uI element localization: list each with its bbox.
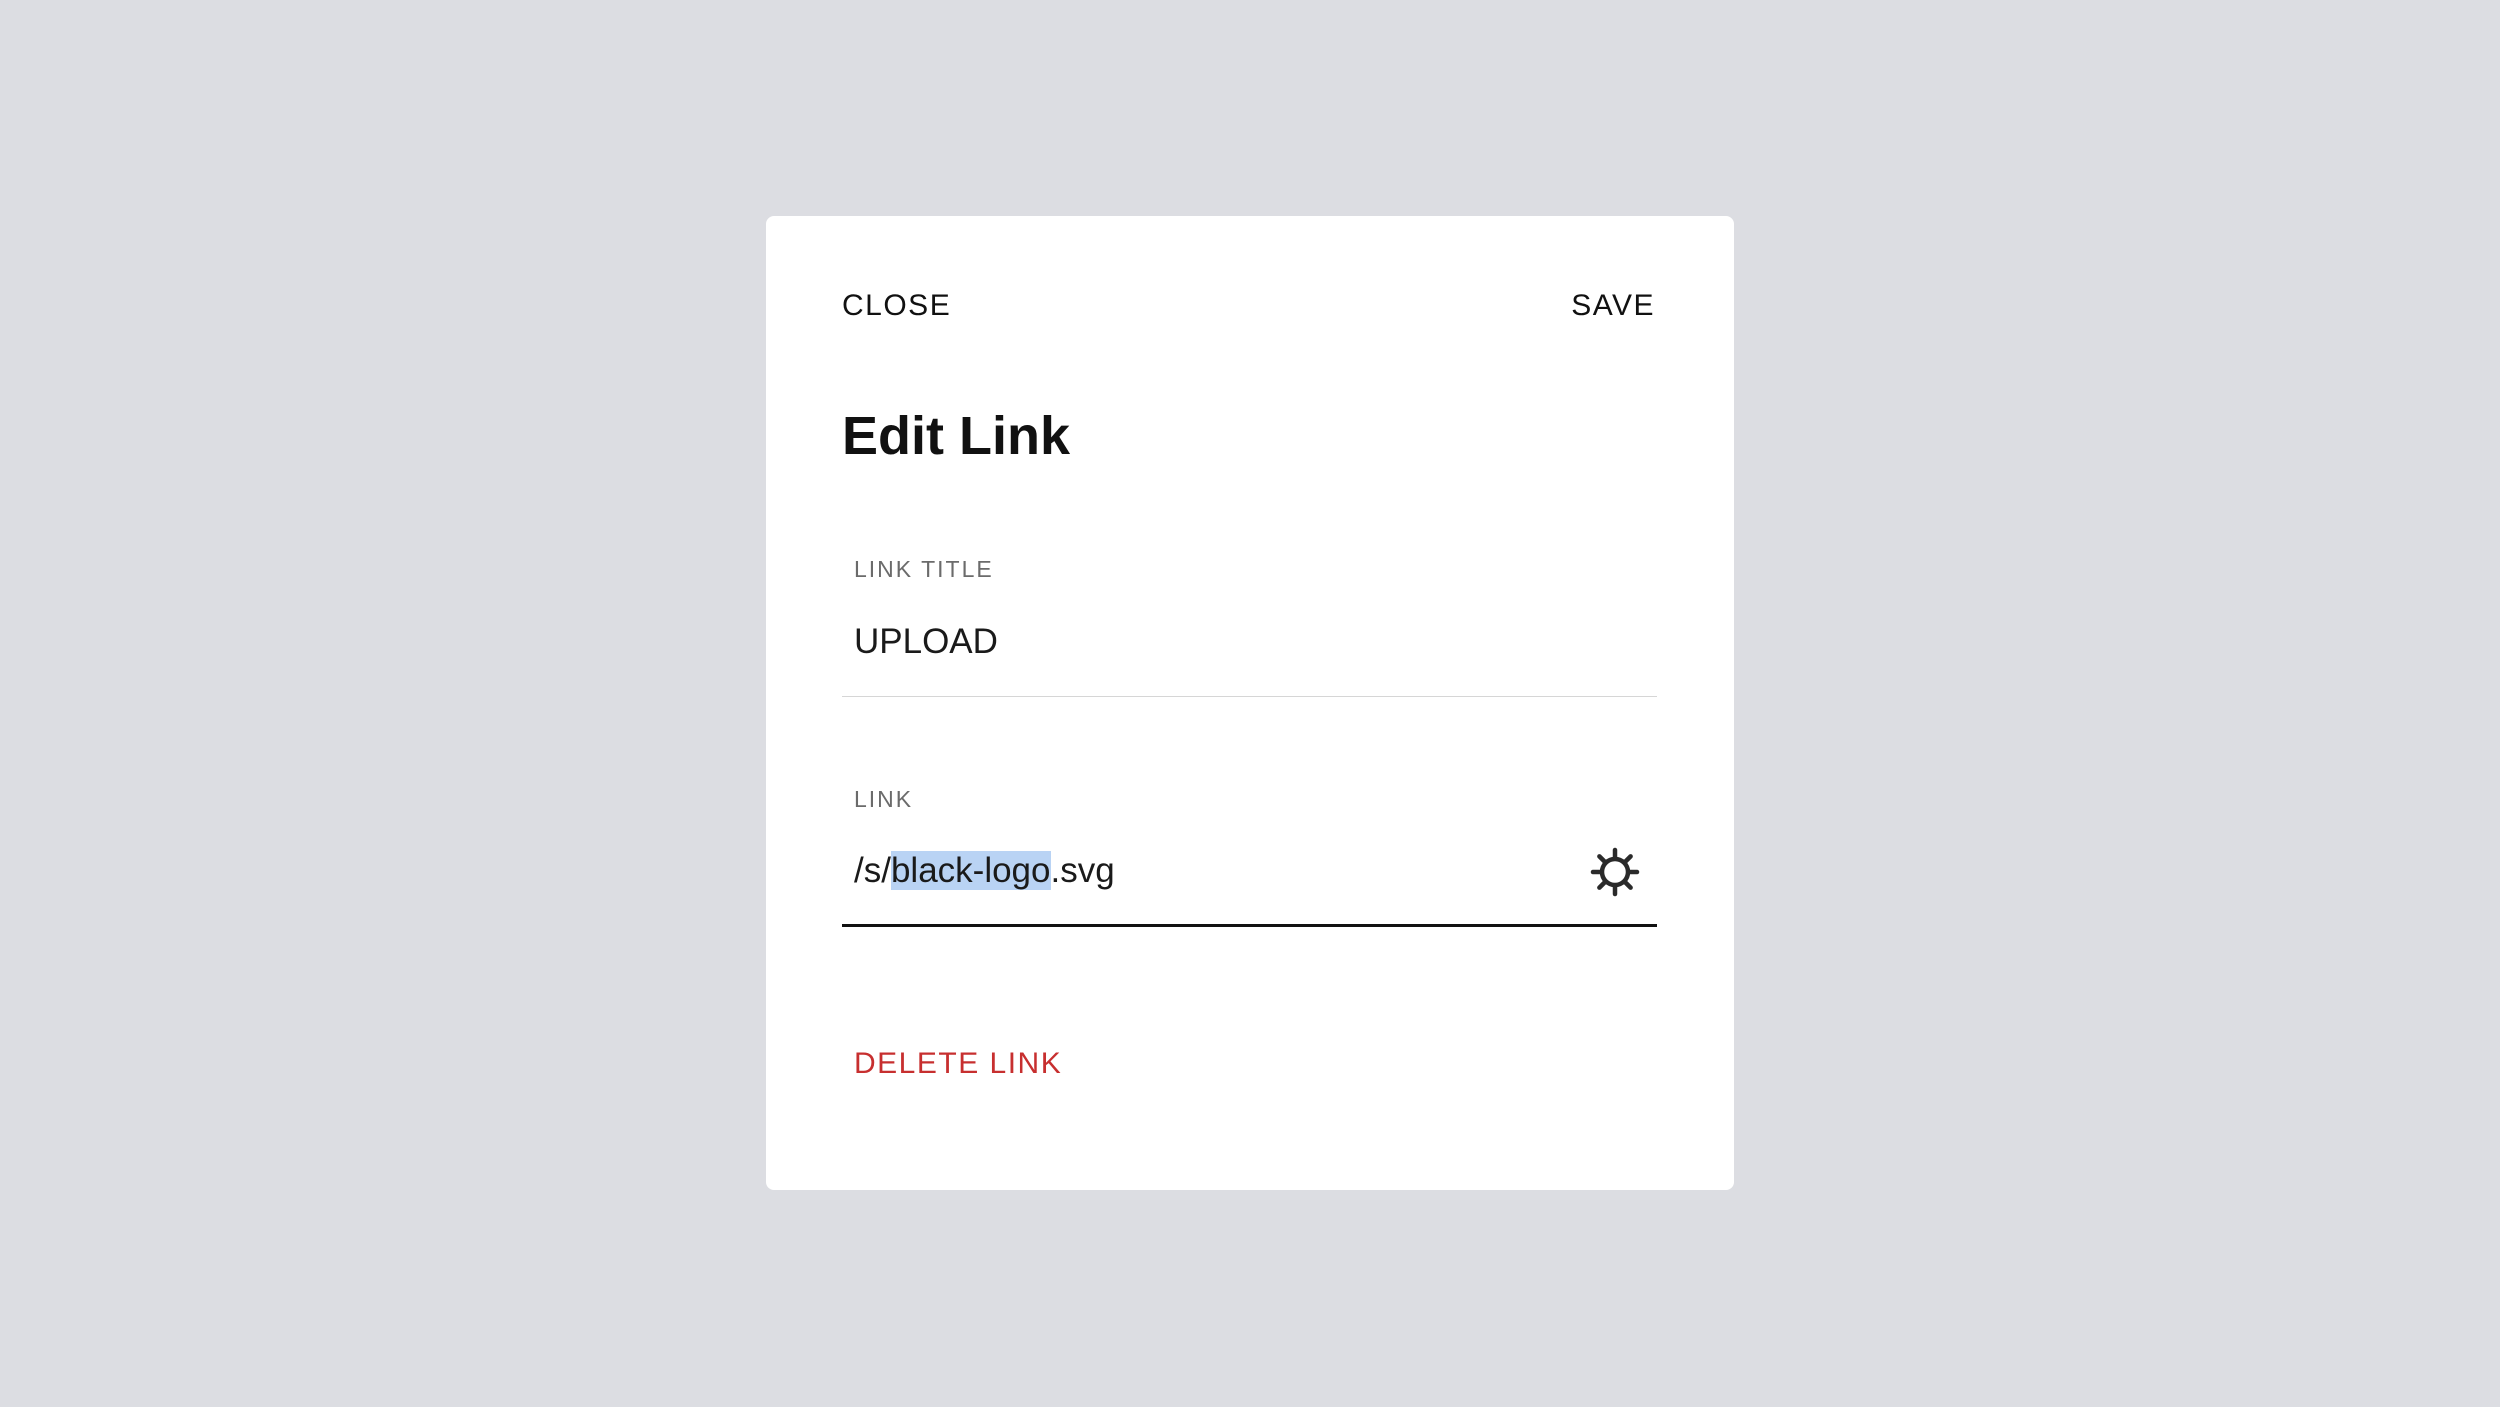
- close-button[interactable]: CLOSE: [842, 286, 951, 326]
- gear-icon[interactable]: [1590, 847, 1640, 897]
- link-underline: [842, 924, 1657, 927]
- delete-link-button[interactable]: DELETE LINK: [854, 1044, 1062, 1084]
- link-value-selection: black-logo: [890, 851, 1051, 890]
- link-value-prefix: /s/: [854, 851, 891, 890]
- link-input[interactable]: /s/black-logo.svg: [854, 846, 1115, 896]
- modal-title: Edit Link: [842, 406, 1070, 466]
- link-title-input[interactable]: UPLOAD: [854, 617, 998, 667]
- link-value-suffix: .svg: [1050, 851, 1115, 890]
- link-label: LINK: [854, 786, 914, 812]
- link-title-underline: [842, 696, 1657, 697]
- save-button[interactable]: SAVE: [1571, 286, 1655, 326]
- link-title-label: LINK TITLE: [854, 556, 994, 582]
